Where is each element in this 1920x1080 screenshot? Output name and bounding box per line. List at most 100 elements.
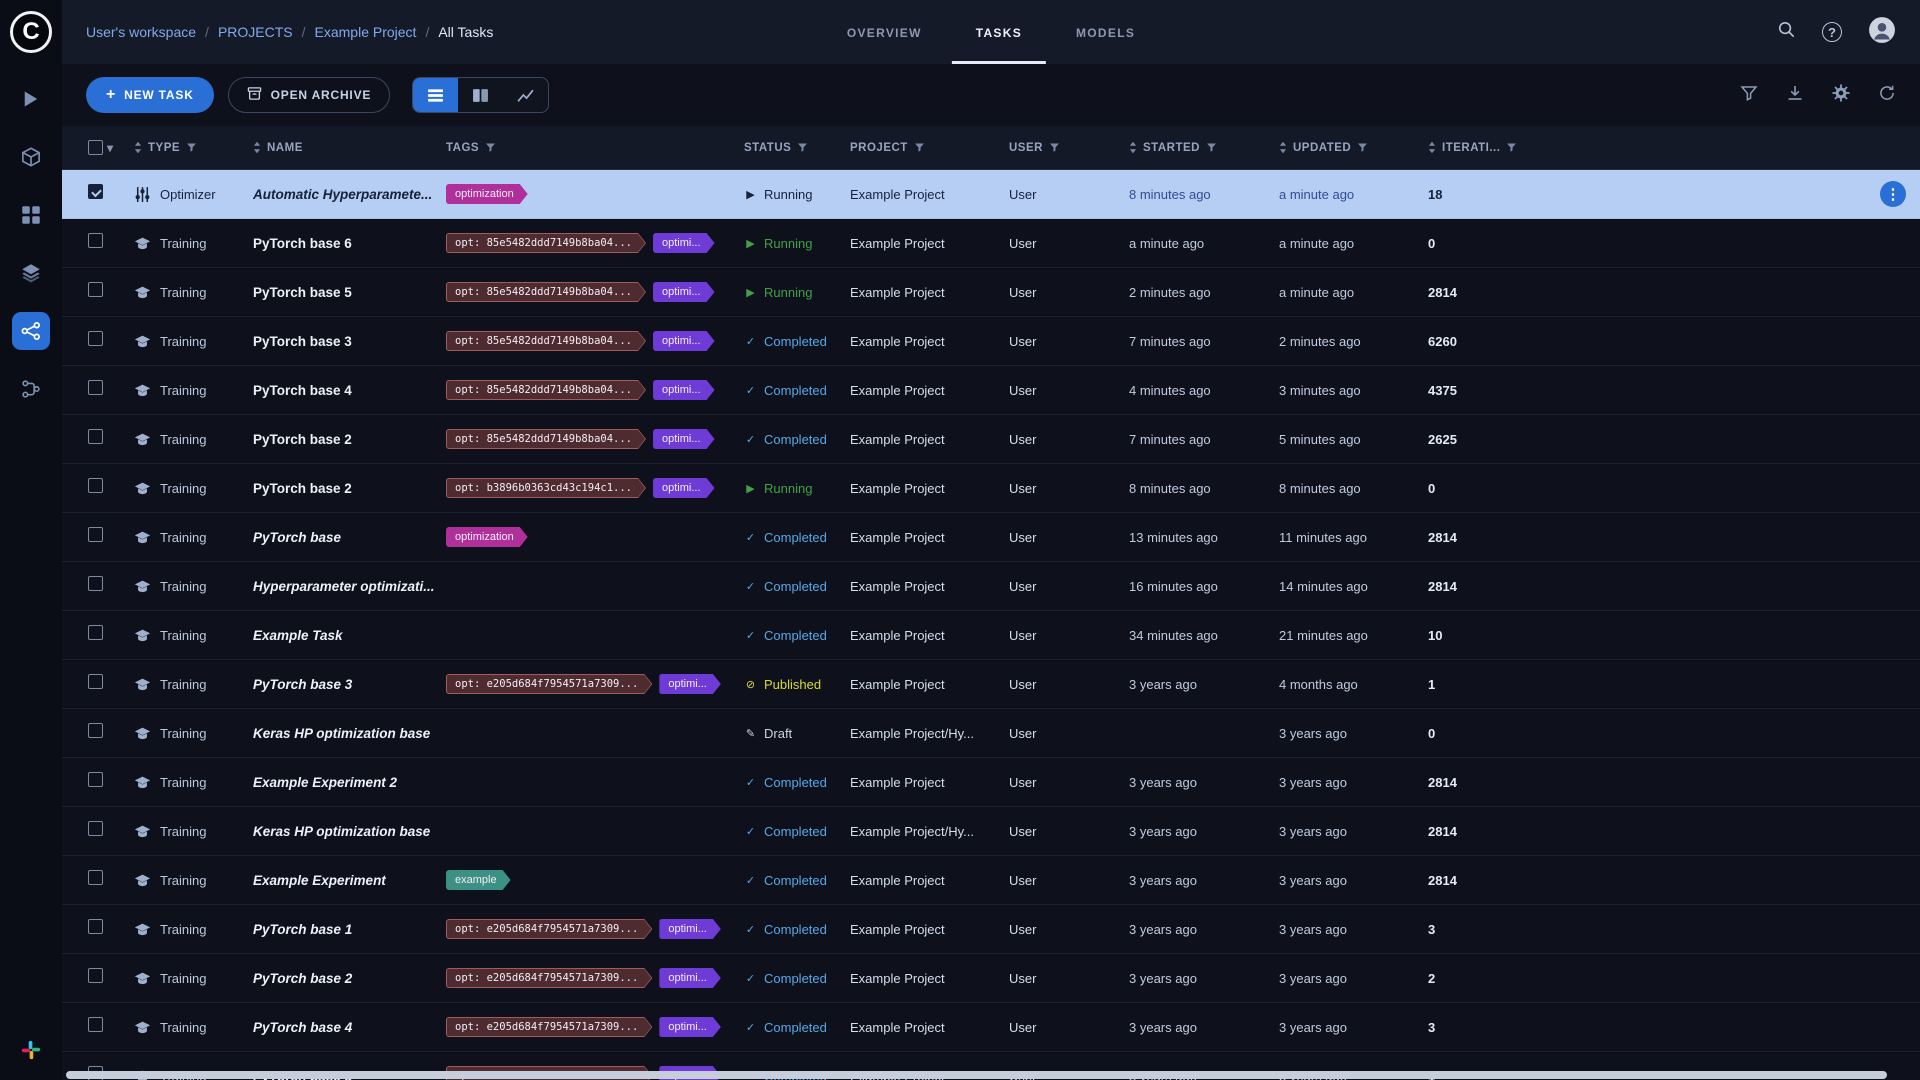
filter-icon[interactable] (1206, 142, 1217, 153)
row-checkbox[interactable] (88, 1017, 103, 1032)
task-row[interactable]: TrainingPyTorch base 5opt: 85e5482ddd714… (62, 268, 1920, 317)
settings-gear-icon[interactable] (1832, 84, 1850, 107)
task-name[interactable]: PyTorch base 4 (253, 1020, 446, 1035)
sort-icon[interactable] (1129, 141, 1137, 154)
tab-overview[interactable]: OVERVIEW (823, 0, 946, 64)
new-task-button[interactable]: + NEW TASK (86, 77, 214, 113)
row-checkbox[interactable] (88, 282, 103, 297)
row-menu-button[interactable]: ⋮ (1880, 181, 1906, 207)
task-row[interactable]: TrainingExample Experimentexample✓Comple… (62, 856, 1920, 905)
table-view-button[interactable] (413, 78, 458, 112)
column-header-select[interactable]: ▾ (62, 140, 134, 155)
row-checkbox[interactable] (88, 919, 103, 934)
row-checkbox[interactable] (88, 184, 103, 199)
dashboard-icon[interactable] (12, 80, 50, 118)
breadcrumb-project[interactable]: Example Project (315, 24, 417, 40)
task-name[interactable]: PyTorch base 3 (253, 677, 446, 692)
task-row[interactable]: TrainingHyperparameter optimizati...✓Com… (62, 562, 1920, 611)
chevron-down-icon[interactable]: ▾ (107, 141, 114, 155)
column-header-updated[interactable]: UPDATED (1279, 141, 1428, 154)
task-name[interactable]: PyTorch base (253, 530, 446, 545)
task-name[interactable]: PyTorch base 4 (253, 383, 446, 398)
column-header-tags[interactable]: TAGS (446, 142, 744, 154)
row-checkbox[interactable] (88, 821, 103, 836)
auto-refresh-icon[interactable] (1878, 84, 1896, 107)
task-row[interactable]: TrainingPyTorch baseoptimization✓Complet… (62, 513, 1920, 562)
row-checkbox[interactable] (88, 870, 103, 885)
slack-icon[interactable] (20, 1039, 42, 1066)
sort-icon[interactable] (1428, 141, 1436, 154)
row-checkbox[interactable] (88, 625, 103, 640)
filter-icon[interactable] (485, 142, 496, 153)
row-checkbox[interactable] (88, 576, 103, 591)
help-icon[interactable]: ? (1822, 22, 1842, 42)
row-checkbox[interactable] (88, 331, 103, 346)
split-view-button[interactable] (458, 78, 503, 112)
filter-icon[interactable] (1740, 84, 1758, 107)
task-row[interactable]: TrainingKeras HP optimization base✎Draft… (62, 709, 1920, 758)
select-all-checkbox[interactable] (88, 140, 103, 155)
filter-icon[interactable] (1049, 142, 1060, 153)
column-header-started[interactable]: STARTED (1129, 141, 1279, 154)
breadcrumb-projects[interactable]: PROJECTS (218, 24, 293, 40)
filter-icon[interactable] (914, 142, 925, 153)
scrollbar-thumb[interactable] (66, 1071, 1887, 1079)
task-row[interactable]: TrainingPyTorch base 2opt: b3896b0363cd4… (62, 464, 1920, 513)
row-checkbox[interactable] (88, 968, 103, 983)
task-name[interactable]: Hyperparameter optimizati... (253, 579, 446, 594)
sort-icon[interactable] (253, 141, 261, 154)
column-header-project[interactable]: PROJECT (850, 142, 1009, 154)
task-name[interactable]: PyTorch base 2 (253, 481, 446, 496)
experiments-icon[interactable] (12, 312, 50, 350)
task-name[interactable]: PyTorch base 5 (253, 285, 446, 300)
filter-icon[interactable] (186, 142, 197, 153)
task-name[interactable]: PyTorch base 6 (253, 236, 446, 251)
task-row[interactable]: TrainingPyTorch base 4opt: 85e5482ddd714… (62, 366, 1920, 415)
row-checkbox[interactable] (88, 380, 103, 395)
task-row[interactable]: TrainingExample Experiment 2✓CompletedEx… (62, 758, 1920, 807)
sort-icon[interactable] (1279, 141, 1287, 154)
sort-icon[interactable] (134, 141, 142, 154)
task-row[interactable]: TrainingExample Task✓CompletedExample Pr… (62, 611, 1920, 660)
task-row[interactable]: TrainingPyTorch base 1opt: e205d684f7954… (62, 905, 1920, 954)
task-row[interactable]: TrainingPyTorch base 3opt: e205d684f7954… (62, 660, 1920, 709)
breadcrumb-workspace[interactable]: User's workspace (86, 24, 196, 40)
task-row[interactable]: TrainingPyTorch base 3opt: 85e5482ddd714… (62, 317, 1920, 366)
row-checkbox[interactable] (88, 772, 103, 787)
task-name[interactable]: Keras HP optimization base (253, 726, 446, 741)
row-checkbox[interactable] (88, 723, 103, 738)
column-header-user[interactable]: USER (1009, 142, 1129, 154)
row-checkbox[interactable] (88, 429, 103, 444)
task-row[interactable]: OptimizerAutomatic Hyperparamete...optim… (62, 170, 1920, 219)
row-checkbox[interactable] (88, 478, 103, 493)
tab-tasks[interactable]: TASKS (952, 0, 1046, 64)
download-icon[interactable] (1786, 84, 1804, 107)
task-name[interactable]: PyTorch base 2 (253, 432, 446, 447)
column-header-iter[interactable]: ITERATI... (1428, 141, 1538, 154)
clearml-logo[interactable]: C (0, 0, 62, 64)
filter-icon[interactable] (1357, 142, 1368, 153)
datasets-icon[interactable] (12, 138, 50, 176)
pipelines-icon[interactable] (12, 370, 50, 408)
row-checkbox[interactable] (88, 674, 103, 689)
task-row[interactable]: TrainingKeras HP optimization base✓Compl… (62, 807, 1920, 856)
task-name[interactable]: PyTorch base 1 (253, 922, 446, 937)
breadcrumb-current[interactable]: All Tasks (438, 24, 493, 40)
task-row[interactable]: TrainingPyTorch base 6opt: 85e5482ddd714… (62, 219, 1920, 268)
search-icon[interactable] (1777, 20, 1796, 44)
row-checkbox[interactable] (88, 233, 103, 248)
task-row[interactable]: TrainingPyTorch base 4opt: e205d684f7954… (62, 1003, 1920, 1052)
user-avatar[interactable] (1868, 16, 1896, 49)
column-header-status[interactable]: STATUS (744, 142, 850, 154)
task-name[interactable]: Example Task (253, 628, 446, 643)
open-archive-button[interactable]: OPEN ARCHIVE (228, 77, 391, 113)
row-checkbox[interactable] (88, 527, 103, 542)
filter-icon[interactable] (1506, 142, 1517, 153)
task-name[interactable]: Example Experiment 2 (253, 775, 446, 790)
charts-view-button[interactable] (503, 78, 548, 112)
task-name[interactable]: Keras HP optimization base (253, 824, 446, 839)
task-name[interactable]: Example Experiment (253, 873, 446, 888)
filter-icon[interactable] (797, 142, 808, 153)
projects-icon[interactable] (12, 254, 50, 292)
column-header-type[interactable]: TYPE (134, 141, 253, 154)
